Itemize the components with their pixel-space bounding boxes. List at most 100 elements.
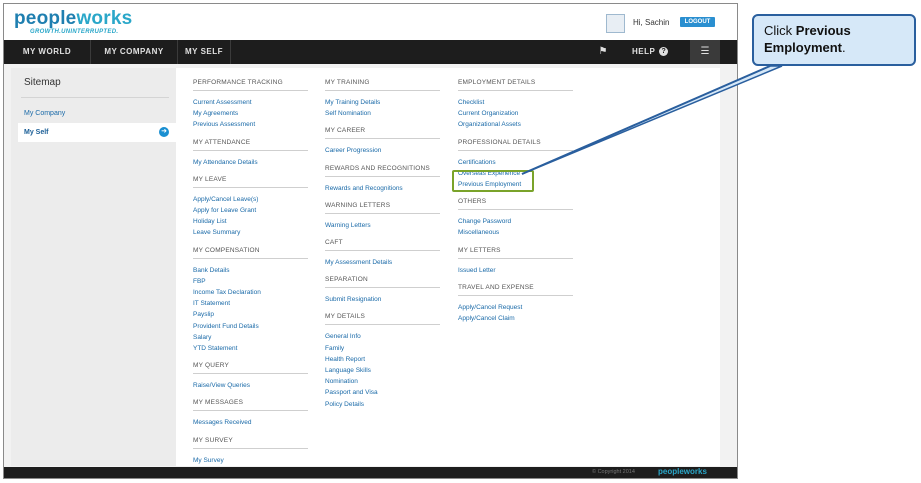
link-apply-cancel-request[interactable]: Apply/Cancel Request: [458, 304, 522, 311]
link-current-assessment[interactable]: Current Assessment: [193, 99, 252, 106]
link-issued-letter[interactable]: Issued Letter: [458, 267, 496, 274]
link-my-survey[interactable]: My Survey: [193, 457, 224, 464]
instruction-callout: Click Previous Employment.: [752, 14, 916, 66]
divider: [325, 250, 440, 251]
divider: [193, 447, 308, 449]
logo-part: pe: [14, 8, 37, 29]
divider: [325, 212, 440, 214]
section-title-my-leave: MY LEAVE: [193, 175, 227, 183]
callout-suffix: .: [842, 40, 846, 55]
user-greeting: Hi, Sachin: [633, 18, 670, 27]
avatar[interactable]: [606, 14, 625, 33]
section-title-caft: CAFT: [325, 239, 343, 246]
header: peopleworks GROWTH.UNINTERRUPTED. Hi, Sa…: [4, 4, 737, 40]
link-ytd-statement[interactable]: YTD Statement: [193, 345, 237, 352]
section-title-my-career: MY CAREER: [325, 127, 366, 135]
link-my-training-details[interactable]: My Training Details: [325, 99, 380, 106]
section-title-my-details: MY DETAILS: [325, 313, 366, 321]
sidebar-item-label: My Self: [24, 129, 49, 136]
section-title-my-query: MY QUERY: [193, 362, 230, 370]
link-provident-fund-details[interactable]: Provident Fund Details: [193, 323, 259, 330]
section-title-my-training: MY TRAINING: [325, 79, 370, 86]
divider: [458, 209, 573, 211]
link-raise-view-queries[interactable]: Raise/View Queries: [193, 382, 250, 389]
link-change-password[interactable]: Change Password: [458, 218, 511, 225]
link-my-agreements[interactable]: My Agreements: [193, 110, 238, 117]
divider: [193, 257, 308, 259]
link-apply-cancel-claim[interactable]: Apply/Cancel Claim: [458, 315, 515, 322]
sidebar-item-my-self[interactable]: My Self ➜: [18, 123, 176, 142]
divider: [458, 90, 573, 91]
link-health-report[interactable]: Health Report: [325, 356, 365, 363]
help-icon: ?: [659, 47, 669, 57]
link-passport-and-visa[interactable]: Passport and Visa: [325, 389, 378, 396]
link-general-info[interactable]: General Info: [325, 333, 361, 340]
section-title-my-letters: MY LETTERS: [458, 246, 501, 254]
flag-icon[interactable]: ⚑: [596, 45, 610, 59]
link-rewards-and-recognitions[interactable]: Rewards and Recognitions: [325, 185, 403, 192]
link-miscellaneous[interactable]: Miscellaneous: [458, 229, 499, 236]
peopleworks-logo[interactable]: peopleworks: [14, 8, 132, 30]
link-fbp[interactable]: FBP: [193, 278, 206, 285]
main-nav: MY WORLD MY COMPANY MY SELF ⚑ HELP? ☰: [4, 40, 737, 64]
nav-my-world[interactable]: MY WORLD: [4, 40, 91, 64]
link-apply-for-leave-grant[interactable]: Apply for Leave Grant: [193, 207, 256, 214]
highlight-box: [452, 170, 534, 192]
link-it-statement[interactable]: IT Statement: [193, 300, 230, 307]
link-bank-details[interactable]: Bank Details: [193, 267, 230, 274]
section-title-travel-and-expense: TRAVEL AND EXPENSE: [458, 283, 534, 291]
link-current-organization[interactable]: Current Organization: [458, 110, 518, 117]
footer-logo: peopleworks: [658, 467, 707, 476]
section-title-rewards-and-recognitions: REWARDS AND RECOGNITIONS: [325, 164, 430, 172]
link-leave-summary[interactable]: Leave Summary: [193, 229, 240, 236]
divider: [193, 186, 308, 188]
link-income-tax-declaration[interactable]: Income Tax Declaration: [193, 289, 261, 296]
link-checklist[interactable]: Checklist: [458, 99, 484, 106]
link-messages-received[interactable]: Messages Received: [193, 419, 252, 426]
link-apply-cancel-leave-s[interactable]: Apply/Cancel Leave(s): [193, 196, 258, 203]
link-my-assessment-details[interactable]: My Assessment Details: [325, 259, 392, 266]
link-career-progression[interactable]: Career Progression: [325, 147, 381, 154]
divider: [458, 257, 573, 259]
link-holiday-list[interactable]: Holiday List: [193, 218, 227, 225]
help-label: HELP: [632, 47, 656, 56]
divider: [325, 324, 440, 326]
link-self-nomination[interactable]: Self Nomination: [325, 110, 371, 117]
link-family[interactable]: Family: [325, 345, 344, 352]
nav-my-self[interactable]: MY SELF: [178, 40, 231, 64]
divider: [458, 294, 573, 296]
sidebar: Sitemap My Company My Self ➜: [11, 68, 176, 466]
tagline: GROWTH.UNINTERRUPTED.: [30, 29, 119, 35]
link-submit-resignation[interactable]: Submit Resignation: [325, 296, 381, 303]
section-title-my-messages: MY MESSAGES: [193, 399, 244, 407]
section-title-warning-letters: WARNING LETTERS: [325, 201, 391, 209]
copyright: © Copyright 2014: [592, 469, 635, 475]
section-title-separation: SEPARATION: [325, 276, 368, 284]
sidebar-item-my-company[interactable]: My Company: [24, 110, 65, 117]
link-salary[interactable]: Salary: [193, 334, 211, 341]
link-policy-details[interactable]: Policy Details: [325, 401, 364, 408]
section-title-my-compensation: MY COMPENSATION: [193, 246, 260, 254]
link-certifications[interactable]: Certifications: [458, 159, 496, 166]
link-previous-assessment[interactable]: Previous Assessment: [193, 121, 255, 128]
divider: [325, 138, 440, 140]
nav-my-company[interactable]: MY COMPANY: [91, 40, 178, 64]
link-language-skills[interactable]: Language Skills: [325, 367, 371, 374]
sitemap-panel: Sitemap My Company My Self ➜ PERFORMANCE…: [11, 68, 720, 466]
link-my-attendance-details[interactable]: My Attendance Details: [193, 159, 258, 166]
divider: [325, 175, 440, 177]
section-title-employment-details: EMPLOYMENT DETAILS: [458, 79, 536, 86]
callout-prefix: Click: [764, 23, 796, 38]
help-button[interactable]: HELP?: [632, 40, 669, 64]
section-title-my-survey: MY SURVEY: [193, 436, 233, 444]
link-payslip[interactable]: Payslip: [193, 311, 214, 318]
link-nomination[interactable]: Nomination: [325, 378, 358, 385]
divider: [325, 287, 440, 289]
link-warning-letters[interactable]: Warning Letters: [325, 222, 371, 229]
section-title-professional-details: PROFESSIONAL DETAILS: [458, 138, 541, 146]
link-organizational-assets[interactable]: Organizational Assets: [458, 121, 521, 128]
divider: [21, 97, 169, 98]
sidebar-title: Sitemap: [24, 77, 61, 88]
menu-icon[interactable]: ☰: [690, 40, 720, 64]
logout-button[interactable]: LOGOUT: [680, 17, 715, 27]
